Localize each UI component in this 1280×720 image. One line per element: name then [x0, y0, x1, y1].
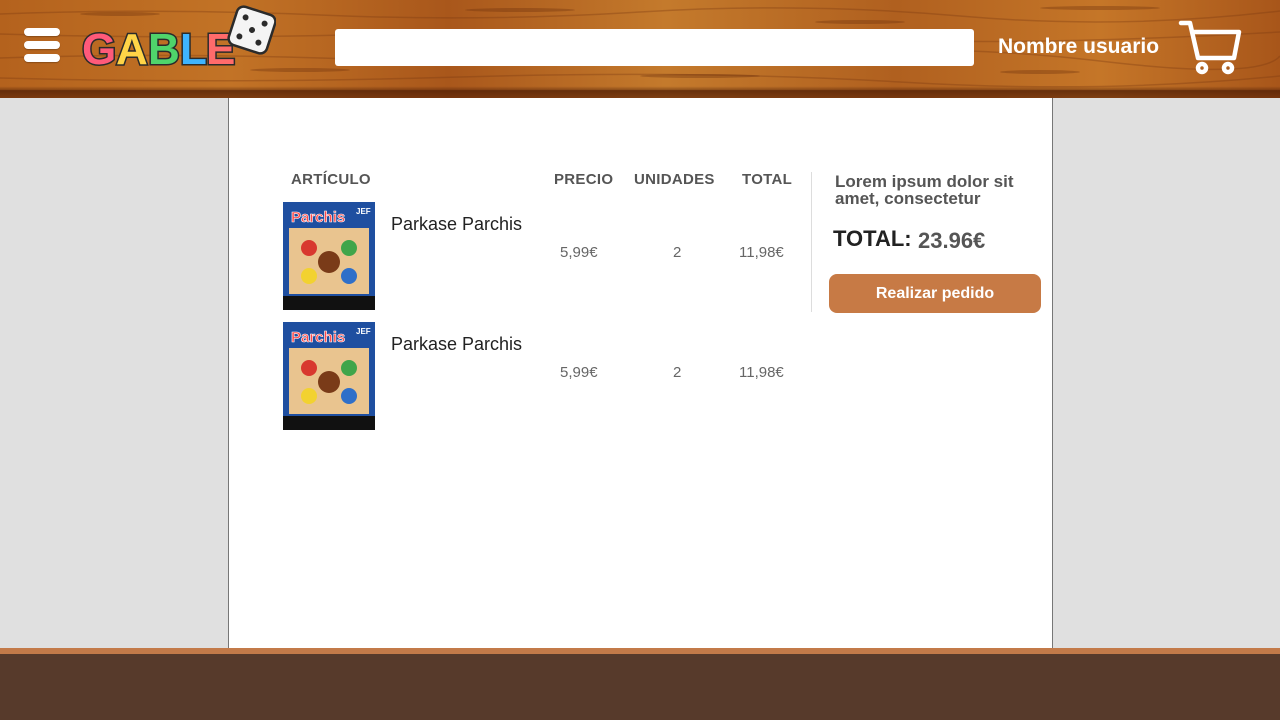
shopping-cart-icon[interactable] [1178, 18, 1242, 76]
svg-text:B: B [148, 25, 180, 70]
top-header: G A B L E Nombre usuario [0, 0, 1280, 98]
product-image-title: Parchis [291, 329, 345, 346]
svg-text:A: A [116, 25, 148, 70]
item-units[interactable]: 2 [673, 244, 681, 261]
product-image-title: Parchis [291, 209, 345, 226]
column-header-article: ARTÍCULO [291, 171, 371, 188]
svg-text:G: G [82, 25, 116, 70]
order-total-value: 23.96€ [918, 228, 986, 253]
page-footer [0, 654, 1280, 720]
summary-divider [811, 172, 812, 312]
column-header-units: UNIDADES [634, 171, 715, 188]
column-header-total: TOTAL [742, 171, 793, 188]
cart-item-row: Parchis JEF Parkase Parchis 5,99€ 2 11,9… [229, 200, 809, 314]
item-units[interactable]: 2 [673, 364, 681, 381]
column-header-price: PRECIO [554, 171, 614, 188]
item-price: 5,99€ [560, 364, 598, 381]
product-image-brand: JEF [356, 207, 371, 216]
product-image[interactable]: Parchis JEF [281, 320, 377, 432]
product-name-link[interactable]: Parkase Parchis [391, 334, 522, 355]
cart-item-row: Parchis JEF Parkase Parchis 5,99€ 2 11,9… [229, 320, 809, 434]
item-total: 11,98€ [739, 244, 784, 261]
place-order-button[interactable]: Realizar pedido [829, 274, 1041, 313]
product-name-link[interactable]: Parkase Parchis [391, 214, 522, 235]
order-total-label: TOTAL: [833, 226, 912, 251]
username-link[interactable]: Nombre usuario [998, 35, 1159, 59]
product-image[interactable]: Parchis JEF [281, 200, 377, 312]
product-image-brand: JEF [356, 327, 371, 336]
hamburger-menu-icon[interactable] [24, 28, 60, 64]
cart-panel: ARTÍCULO PRECIO UNIDADES TOTAL Parchis J… [228, 98, 1053, 648]
search-input[interactable] [335, 29, 974, 66]
item-price: 5,99€ [560, 244, 598, 261]
gable-logo[interactable]: G A B L E [80, 4, 276, 70]
svg-text:L: L [180, 25, 207, 70]
item-total: 11,98€ [739, 364, 784, 381]
summary-description: Lorem ipsum dolor sit amet, consectetur [835, 172, 1014, 208]
